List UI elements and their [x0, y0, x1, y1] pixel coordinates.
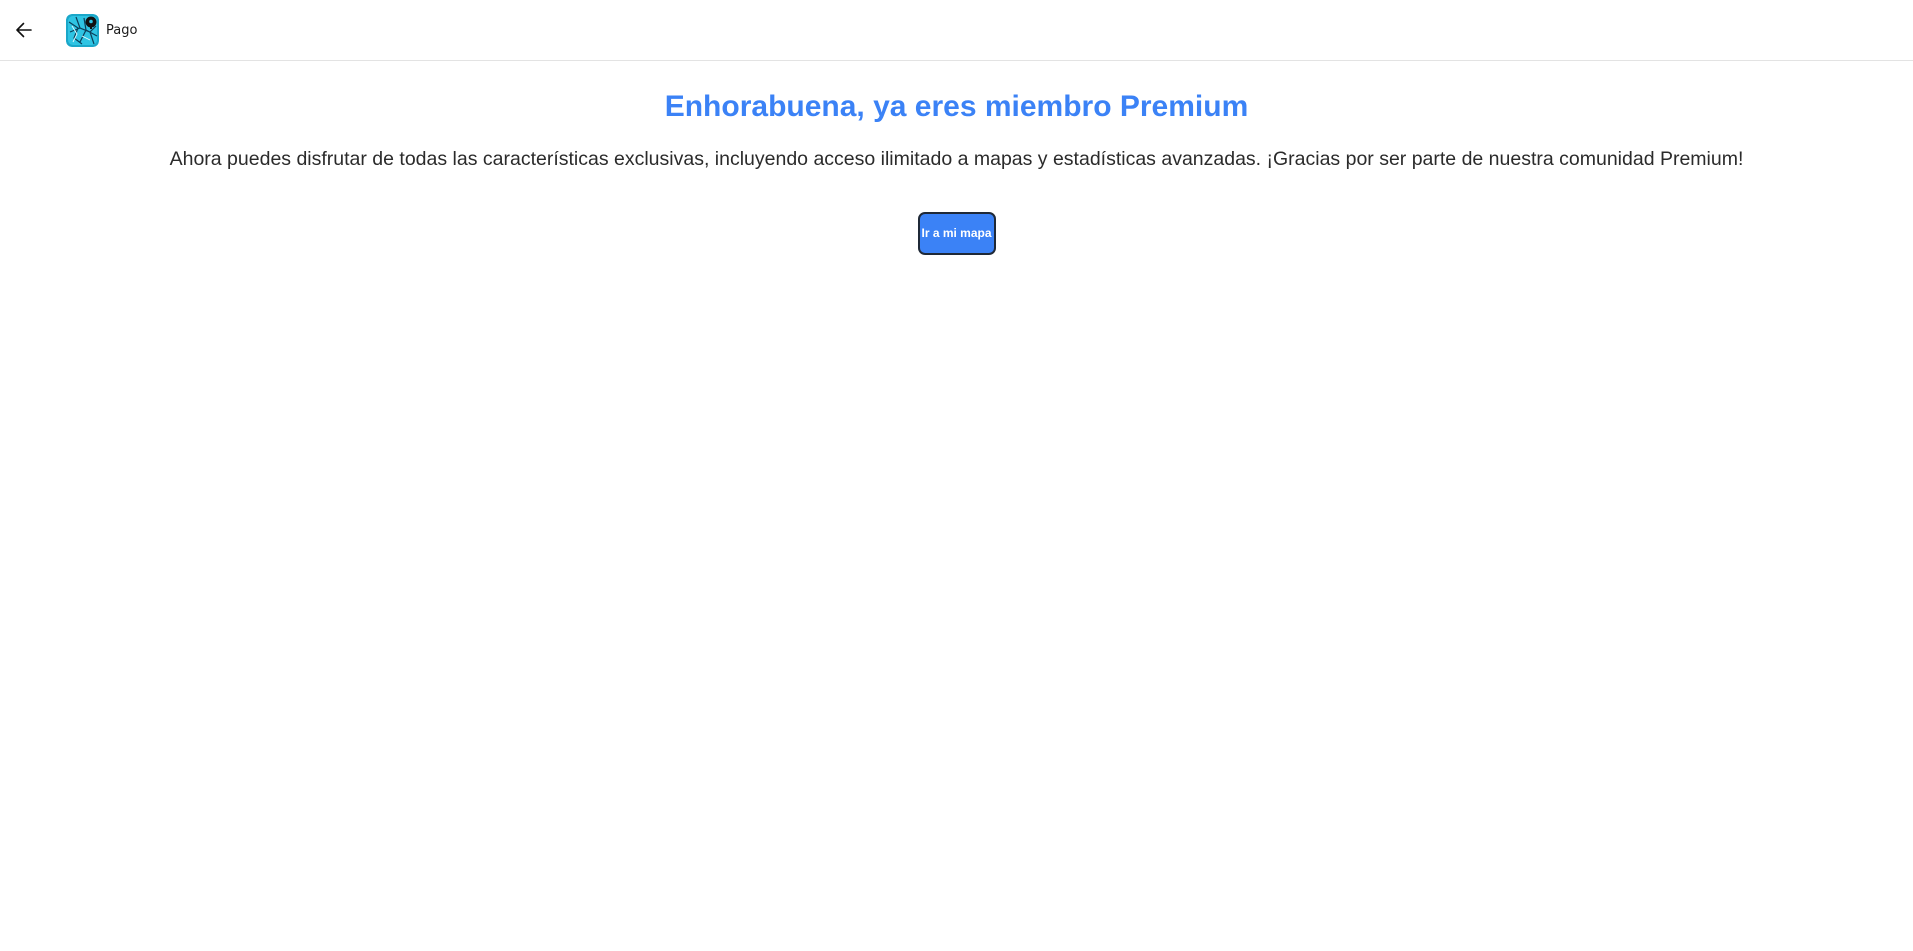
confirmation-panel: Enhorabuena, ya eres miembro Premium Aho… [0, 62, 1913, 255]
go-to-map-button[interactable]: Ir a mi mapa [917, 212, 996, 255]
window-title: Pago [106, 23, 138, 38]
app-logo-icon [66, 14, 99, 47]
back-button[interactable] [8, 14, 40, 46]
page-title: Enhorabuena, ya eres miembro Premium [664, 90, 1249, 123]
title-bar: Pago [0, 0, 1913, 61]
arrow-left-icon [16, 22, 32, 38]
confirmation-message: Ahora puedes disfrutar de todas las cara… [169, 148, 1744, 170]
